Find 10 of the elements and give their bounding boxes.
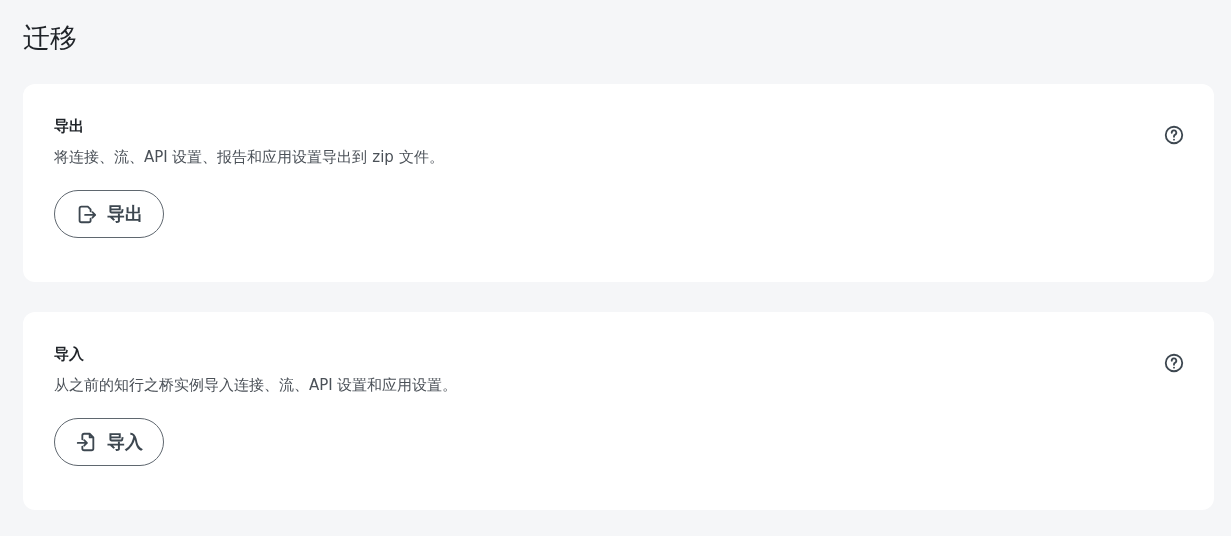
section-title: 导入 (54, 344, 85, 364)
export-button[interactable]: 导出 (54, 190, 164, 238)
help-icon[interactable] (1163, 124, 1185, 146)
section-description: 将连接、流、API 设置、报告和应用设置导出到 zip 文件。 (54, 147, 444, 168)
file-import-icon (75, 431, 97, 453)
section-title: 导出 (54, 116, 85, 136)
page-title: 迁移 (23, 21, 78, 55)
help-icon[interactable] (1163, 352, 1185, 374)
import-button[interactable]: 导入 (54, 418, 164, 466)
section-description: 从之前的知行之桥实例导入连接、流、API 设置和应用设置。 (54, 375, 458, 396)
